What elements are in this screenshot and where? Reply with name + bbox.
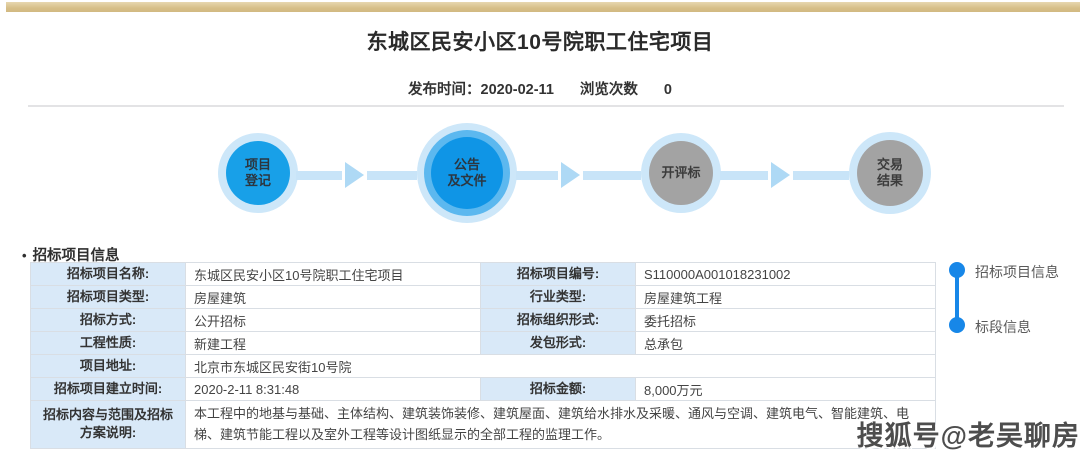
table-row: 招标项目类型: 房屋建筑 行业类型: 房屋建筑工程 <box>31 286 936 309</box>
anchor-nav: 招标项目信息 标段信息 <box>942 255 1072 350</box>
views-count: 0 <box>664 82 672 98</box>
flow-step-announcement-active[interactable]: 公告 及文件 <box>417 123 517 223</box>
value-project-type: 房屋建筑 <box>186 286 481 309</box>
flow-step-label: 公告 及文件 <box>431 137 503 209</box>
value-industry-type: 房屋建筑工程 <box>636 286 936 309</box>
arrowhead-icon <box>561 162 580 188</box>
label-contract-form: 发包形式: <box>481 332 636 355</box>
publish-time-label: 发布时间： <box>408 82 481 98</box>
table-row: 招标内容与范围及招标 方案说明: 本工程中的地基与基础、主体结构、建筑装饰装修、… <box>31 401 936 449</box>
value-tender-amount: 8,000万元 <box>636 378 936 401</box>
flow-step-label: 交易 结果 <box>857 140 923 206</box>
table-row: 招标项目名称: 东城区民安小区10号院职工住宅项目 招标项目编号: S11000… <box>31 263 936 286</box>
value-scope-description: 本工程中的地基与基础、主体结构、建筑装饰装修、建筑屋面、建筑给水排水及采暖、通风… <box>186 401 936 449</box>
sohu-watermark: 搜狐号@老吴聊房 <box>857 414 1080 453</box>
active-step-ring: 公告 及文件 <box>424 130 510 216</box>
top-accent-bar <box>6 2 1080 12</box>
flow-step-bid-evaluation[interactable]: 开评标 <box>641 133 721 213</box>
publish-time-value: 2020-02-11 <box>481 82 554 98</box>
table-row: 项目地址: 北京市东城区民安街10号院 <box>31 355 936 378</box>
table-row: 招标方式: 公开招标 招标组织形式: 委托招标 <box>31 309 936 332</box>
label-project-name: 招标项目名称: <box>31 263 186 286</box>
value-created-time: 2020-2-11 8:31:48 <box>186 378 481 401</box>
label-project-address: 项目地址: <box>31 355 186 378</box>
label-tender-amount: 招标金额: <box>481 378 636 401</box>
label-project-nature: 工程性质: <box>31 332 186 355</box>
flow-step-project-register[interactable]: 项目 登记 <box>218 133 298 213</box>
views-label: 浏览次数 <box>580 82 638 98</box>
nav-dot-icon[interactable] <box>949 262 965 278</box>
arrow-bar <box>516 171 558 180</box>
label-created-time: 招标项目建立时间: <box>31 378 186 401</box>
tender-info-table: 招标项目名称: 东城区民安小区10号院职工住宅项目 招标项目编号: S11000… <box>30 262 936 449</box>
arrow-bar <box>720 171 768 180</box>
flow-arrow-icon <box>720 162 849 188</box>
arrow-bar <box>367 171 417 180</box>
label-scope-description: 招标内容与范围及招标 方案说明: <box>31 401 186 449</box>
value-contract-form: 总承包 <box>636 332 936 355</box>
arrow-bar <box>583 171 641 180</box>
nav-item-tender-project-info[interactable]: 招标项目信息 <box>975 262 1059 282</box>
flow-arrow-icon <box>296 162 417 188</box>
bullet-icon: • <box>22 248 27 263</box>
flow-step-label: 开评标 <box>649 141 713 205</box>
label-industry-type: 行业类型: <box>481 286 636 309</box>
table-row: 招标项目建立时间: 2020-2-11 8:31:48 招标金额: 8,000万… <box>31 378 936 401</box>
value-project-address: 北京市东城区民安街10号院 <box>186 355 936 378</box>
nav-item-section-info[interactable]: 标段信息 <box>975 317 1031 337</box>
page-title: 东城区民安小区10号院职工住宅项目 <box>0 26 1080 56</box>
label-project-number: 招标项目编号: <box>481 263 636 286</box>
nav-dot-icon[interactable] <box>949 317 965 333</box>
header-divider <box>28 105 1064 107</box>
flow-step-transaction-result[interactable]: 交易 结果 <box>849 132 931 214</box>
flow-arrow-icon <box>516 162 641 188</box>
publish-meta: 发布时间：2020-02-11 浏览次数 0 <box>0 78 1080 99</box>
label-tender-method: 招标方式: <box>31 309 186 332</box>
arrow-bar <box>793 171 849 180</box>
table-row: 工程性质: 新建工程 发包形式: 总承包 <box>31 332 936 355</box>
arrow-bar <box>296 171 342 180</box>
value-project-nature: 新建工程 <box>186 332 481 355</box>
arrowhead-icon <box>345 162 364 188</box>
label-organization-form: 招标组织形式: <box>481 309 636 332</box>
value-tender-method: 公开招标 <box>186 309 481 332</box>
flow-step-label: 项目 登记 <box>226 141 290 205</box>
value-project-number: S110000A001018231002 <box>636 263 936 286</box>
label-project-type: 招标项目类型: <box>31 286 186 309</box>
value-project-name: 东城区民安小区10号院职工住宅项目 <box>186 263 481 286</box>
arrowhead-icon <box>771 162 790 188</box>
page: 东城区民安小区10号院职工住宅项目 发布时间：2020-02-11 浏览次数 0 项… <box>0 0 1080 456</box>
value-organization-form: 委托招标 <box>636 309 936 332</box>
